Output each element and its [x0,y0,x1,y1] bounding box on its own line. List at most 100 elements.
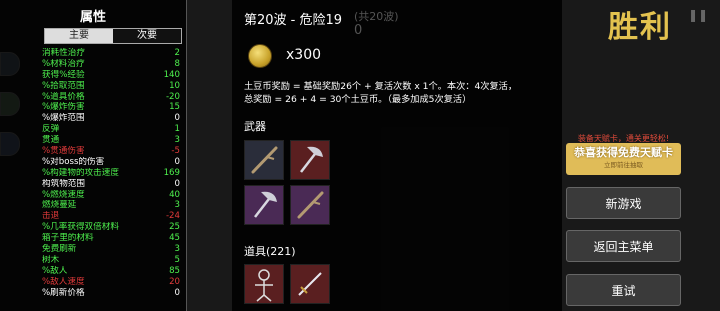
wave-total-faint: (共20波) [354,10,399,23]
items-label: 道具(221) [244,245,296,258]
stat-row: 消耗性治疗 2 [42,48,180,59]
stat-value: 3 [174,244,180,255]
stat-row: %敌人速度 20 [42,277,180,288]
stat-row: %爆炸范围 0 [42,113,180,124]
stat-label: 贯通 [42,135,60,146]
stat-value: 85 [169,265,180,276]
tab-primary[interactable]: 主要 [45,29,113,43]
weapon-slot[interactable] [290,140,330,180]
stat-label: %爆炸范围 [42,113,85,124]
coin-count: x300 [286,47,322,63]
item-slot[interactable] [290,264,330,304]
stat-label: %刷新价格 [42,287,85,298]
stat-row: %拾取范围 10 [42,81,180,92]
potato-coin-icon [248,44,272,68]
stats-panel: 属性 主要 次要 消耗性治疗 2 %材料治疗 8 获得%经验 140 %拾取范围 10 %道具价… [0,0,187,311]
main-menu-button[interactable]: 返回主菜单 [566,230,681,262]
stat-value: 15 [169,102,180,113]
stats-title: 属性 [79,10,106,25]
stat-row: 燃烧蔓延 3 [42,200,180,211]
victory-title: 胜利 [608,10,672,45]
stat-label: 树木 [42,254,60,265]
stat-row: %道具价格 -20 [42,92,180,103]
stat-label: %构建物的攻击速度 [42,167,119,178]
stat-label: 构筑物范围 [42,178,85,189]
stat-value: -20 [165,91,180,102]
axe-icon [254,191,277,218]
stat-label: 获得%经验 [42,69,85,80]
stat-value: 8 [174,58,180,69]
stat-row: %材料治疗 8 [42,59,180,70]
stat-value: 45 [169,233,180,244]
stat-label: %燃烧速度 [42,189,85,200]
stat-label: 反弹 [42,124,60,135]
stat-row: %几率获得双倍材料 25 [42,222,180,233]
stat-value: -24 [165,211,180,222]
stat-value: 0 [174,287,180,298]
stat-row: 反弹 1 [42,124,180,135]
stat-label: %贯通伤害 [42,146,85,157]
stat-value: 169 [163,167,180,178]
stat-row: %爆炸伤害 15 [42,102,180,113]
weapon-slot[interactable] [244,185,284,225]
stat-row: 树木 5 [42,255,180,266]
stat-value: 1 [174,124,180,135]
stat-row: 免费刷新 3 [42,244,180,255]
stat-label: %对boss的伤害 [42,156,105,167]
stat-value: 3 [174,200,180,211]
stat-label: 击退 [42,211,60,222]
pause-icon[interactable]: ❚❚ [688,8,708,22]
stat-label: 燃烧蔓延 [42,200,77,211]
stats-list: 消耗性治疗 2 %材料治疗 8 获得%经验 140 %拾取范围 10 %道具价格 -20 %爆炸伤害… [42,48,180,298]
free-talent-card-button[interactable]: 恭喜获得免费天赋卡 立即前往抽取 [566,143,681,175]
stat-label: %敌人 [42,265,68,276]
stat-value: 25 [169,222,180,233]
weapons-label: 武器 [244,120,266,133]
stat-row: 获得%经验 140 [42,70,180,81]
new-game-button[interactable]: 新游戏 [566,187,681,219]
axe-icon [300,146,323,173]
stat-label: %敌人速度 [42,276,85,287]
stat-label: %爆炸伤害 [42,102,85,113]
wave-faint-value: 0 [354,23,363,38]
retry-button[interactable]: 重试 [566,274,681,306]
stat-value: 2 [174,48,180,58]
weapon-slot[interactable] [244,140,284,180]
sword-icon [298,272,322,296]
weapon-slot[interactable] [290,185,330,225]
stat-row: 击退 -24 [42,211,180,222]
stat-value: 10 [169,80,180,91]
stat-value: 20 [169,276,180,287]
reward-line-1: 土豆币奖励 = 基础奖励26个 + 复活次数 x 1个。本次：4次复活， [244,81,518,92]
stat-value: 3 [174,135,180,146]
stat-row: 构筑物范围 0 [42,179,180,190]
stats-tabs: 主要 次要 [44,28,182,44]
stat-value: 140 [163,69,180,80]
stat-row: %对boss的伤害 0 [42,157,180,168]
stat-row: %燃烧速度 40 [42,190,180,201]
wave-title: 第20波 - 危险19 [244,13,343,28]
skeleton-icon [255,269,273,302]
stat-label: %拾取范围 [42,80,85,91]
stat-row: %刷新价格 0 [42,288,180,299]
stat-value: 5 [174,254,180,265]
stat-label: 箱子里的材料 [42,233,94,244]
tab-secondary[interactable]: 次要 [113,29,181,43]
stick-icon [297,191,324,219]
stat-value: 0 [174,178,180,189]
stat-row: 贯通 3 [42,135,180,146]
stick-icon [251,146,278,174]
stat-label: %几率获得双倍材料 [42,222,119,233]
stat-row: %构建物的攻击速度 169 [42,168,180,179]
stat-value: 0 [174,156,180,167]
item-slot[interactable] [244,264,284,304]
results-panel: 第20波 - 危险19 (共20波) 0 x300 土豆币奖励 = 基础奖励26… [232,0,562,311]
stat-label: 免费刷新 [42,244,77,255]
reward-line-2: 总奖励 = 26 + 4 = 30个土豆币。（最多加成5次复活） [244,94,472,105]
stat-label: %材料治疗 [42,58,85,69]
stat-label: 消耗性治疗 [42,48,85,58]
stat-row: %敌人 85 [42,266,180,277]
stat-value: 40 [169,189,180,200]
talent-sub-label: 立即前往抽取 [604,161,643,169]
stat-row: 箱子里的材料 45 [42,233,180,244]
